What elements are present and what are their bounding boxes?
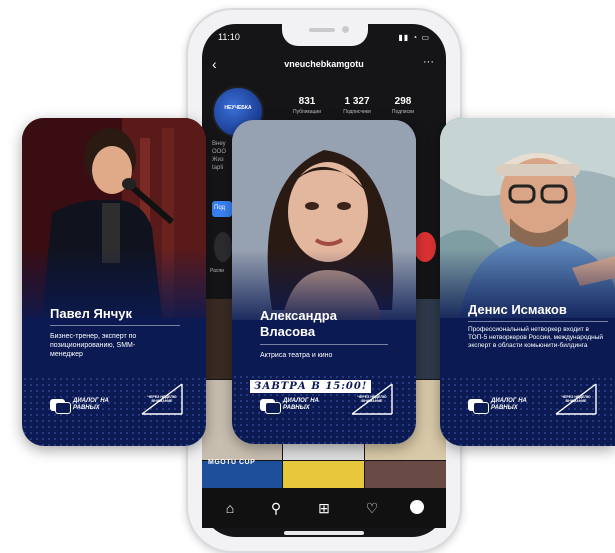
- stat-following-value: 298: [394, 96, 412, 107]
- bio-line: ООО: [212, 149, 227, 155]
- speaker-description: Профессиональный нетворкер входит в ТОП-…: [468, 326, 604, 349]
- profile-icon[interactable]: [410, 500, 424, 514]
- speaker-description: Актриса театра и кино: [260, 352, 333, 359]
- story-highlight-right[interactable]: [414, 232, 436, 262]
- speaker-card-ismakov[interactable]: Денис Исмаков Профессиональный нетворкер…: [440, 118, 615, 446]
- speaker-description: Бизнес-тренер, эксперт по позиционирован…: [50, 333, 137, 358]
- bio-line: Жиз: [212, 157, 224, 163]
- avatar-text: НЕУЧЕБКА: [224, 105, 252, 111]
- stat-following[interactable]: 298 Подписки: [378, 96, 428, 115]
- home-icon[interactable]: ⌂: [222, 500, 238, 516]
- event-mark-text: ЧЕРЕЗ НЕДЕЛЮ ВНИМАНИЕ: [147, 395, 177, 403]
- stat-posts-label: Публикации: [292, 109, 322, 115]
- event-mark-text: ЧЕРЕЗ НЕДЕЛЮ ВНИМАНИЕ: [357, 395, 387, 403]
- divider: [260, 344, 388, 345]
- add-post-icon[interactable]: ⊞: [316, 500, 332, 516]
- stat-following-label: Подписки: [391, 109, 415, 115]
- bio-line: Внеу: [212, 141, 226, 147]
- bottom-nav: ⌂ ⚲ ⊞ ♡: [202, 488, 446, 528]
- profile-bio: Внеу ООО Жиз tapli: [212, 140, 232, 180]
- story-highlight[interactable]: [214, 232, 232, 262]
- stat-posts-value: 831: [298, 96, 316, 107]
- bio-line: tapli: [212, 165, 224, 171]
- speaker-name: Павел Янчук: [50, 306, 132, 321]
- stat-posts[interactable]: 831 Публикации: [282, 96, 332, 115]
- speaker-name: Александра Власова: [260, 308, 337, 339]
- profile-header: ‹ vneuchebkamgotu ···: [202, 54, 446, 76]
- event-mark-text: ЧЕРЕЗ НЕДЕЛЮ ВНИМАНИЕ: [561, 395, 591, 403]
- speaker-card-yanchuk[interactable]: Павел Янчук Бизнес-тренер, эксперт по по…: [22, 118, 206, 446]
- speaker-card-vlasova[interactable]: Александра Власова Актриса театра и кино…: [232, 120, 416, 444]
- divider: [468, 321, 608, 322]
- speaker-name: Денис Исмаков: [468, 302, 567, 317]
- divider: [50, 325, 180, 326]
- search-icon[interactable]: ⚲: [268, 500, 284, 516]
- stat-followers[interactable]: 1 327 Подписчики: [332, 96, 382, 115]
- profile-username: vneuchebkamgotu: [284, 59, 364, 69]
- follow-button-label: Под: [214, 205, 226, 211]
- heart-icon[interactable]: ♡: [364, 500, 380, 516]
- follow-button[interactable]: Под: [212, 201, 232, 217]
- story-highlight-label: Распи: [210, 268, 224, 274]
- stat-followers-label: Подписчики: [343, 109, 371, 115]
- home-indicator: [284, 531, 364, 535]
- grid-post-label: MGOTU CUP: [208, 459, 256, 466]
- more-options-icon[interactable]: ···: [423, 56, 434, 68]
- status-bar: 11:10 ▮▮ ◔ ▭: [214, 32, 434, 46]
- stat-followers-value: 1 327: [344, 96, 370, 107]
- signal-wifi-battery-icon: ▮▮ ◔ ▭: [398, 33, 430, 42]
- status-time: 11:10: [218, 32, 240, 42]
